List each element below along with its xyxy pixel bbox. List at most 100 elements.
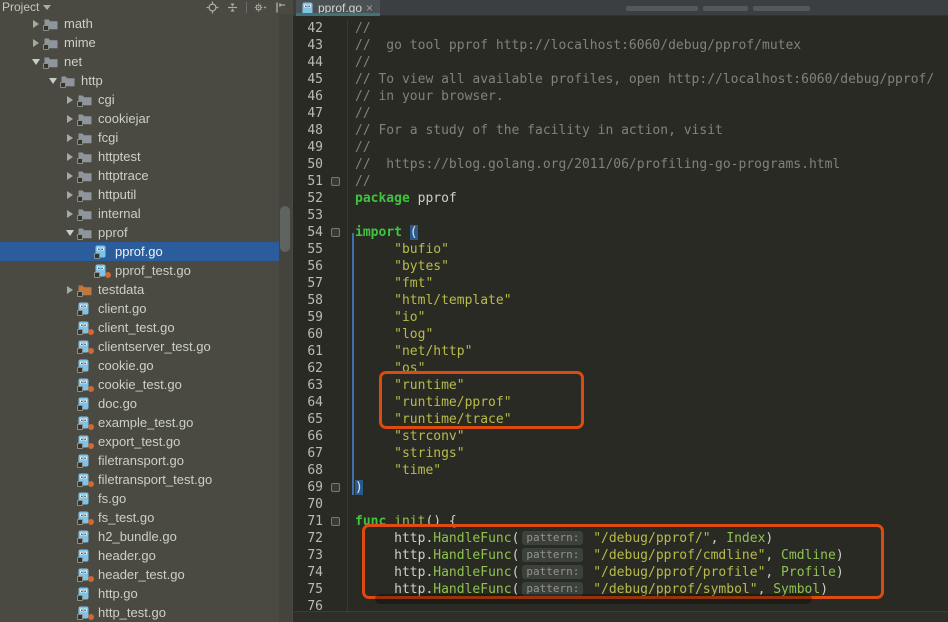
tree-item-fs-go[interactable]: fs.go: [0, 489, 293, 508]
chevron-collapsed-icon[interactable]: [67, 191, 73, 199]
tree-item-client-test-go[interactable]: client_test.go: [0, 318, 293, 337]
tree-scrollbar-thumb[interactable]: [280, 206, 290, 252]
code-editor[interactable]: 42//43// go tool pprof http://localhost:…: [293, 16, 948, 615]
fold-marker-icon[interactable]: [331, 228, 340, 237]
project-panel-toolbar: [206, 0, 287, 14]
tree-item-httputil[interactable]: httputil: [0, 185, 293, 204]
code-line-60[interactable]: 60 "log": [293, 326, 948, 343]
code-line-64[interactable]: 64 "runtime/pprof": [293, 394, 948, 411]
tree-item-http[interactable]: http: [0, 71, 293, 90]
locate-icon[interactable]: [206, 1, 219, 14]
fold-marker-icon[interactable]: [331, 483, 340, 492]
tree-item-httptest[interactable]: httptest: [0, 147, 293, 166]
tree-item-cookie-test-go[interactable]: cookie_test.go: [0, 375, 293, 394]
chevron-collapsed-icon[interactable]: [33, 39, 39, 47]
tree-item-filetransport-test-go[interactable]: filetransport_test.go: [0, 470, 293, 489]
code-line-63[interactable]: 63 "runtime": [293, 377, 948, 394]
chevron-expanded-icon[interactable]: [32, 59, 40, 65]
fold-marker-icon[interactable]: [331, 517, 340, 526]
code-line-48[interactable]: 48// For a study of the facility in acti…: [293, 122, 948, 139]
tree-item-fcgi[interactable]: fcgi: [0, 128, 293, 147]
code-line-66[interactable]: 66 "strconv": [293, 428, 948, 445]
settings-icon[interactable]: [254, 1, 267, 14]
code-line-56[interactable]: 56 "bytes": [293, 258, 948, 275]
editor-horizontal-scrollbar[interactable]: [375, 594, 812, 604]
gutter: 60: [293, 326, 348, 343]
hide-panel-icon[interactable]: [274, 1, 287, 14]
tree-item-cookie-go[interactable]: cookie.go: [0, 356, 293, 375]
tree-item-internal[interactable]: internal: [0, 204, 293, 223]
code-line-43[interactable]: 43// go tool pprof http://localhost:6060…: [293, 37, 948, 54]
tree-item-doc-go[interactable]: doc.go: [0, 394, 293, 413]
tree-scrollbar-track[interactable]: [279, 14, 292, 622]
code-line-45[interactable]: 45// To view all available profiles, ope…: [293, 71, 948, 88]
line-text: [348, 207, 355, 224]
tree-item-testdata[interactable]: testdata: [0, 280, 293, 299]
line-text: "strconv": [348, 428, 465, 445]
chevron-collapsed-icon[interactable]: [67, 115, 73, 123]
tree-item-pprof-test-go[interactable]: pprof_test.go: [0, 261, 293, 280]
code-line-49[interactable]: 49//: [293, 139, 948, 156]
tree-item-pprof-go[interactable]: pprof.go: [0, 242, 279, 261]
code-line-44[interactable]: 44//: [293, 54, 948, 71]
code-line-65[interactable]: 65 "runtime/trace": [293, 411, 948, 428]
project-view-selector[interactable]: Project: [2, 0, 51, 14]
gutter: 46: [293, 88, 348, 105]
code-line-59[interactable]: 59 "io": [293, 309, 948, 326]
editor-pane: pprof.go × 42//43// go tool pprof http:/…: [293, 0, 948, 622]
code-line-52[interactable]: 52package pprof: [293, 190, 948, 207]
tree-item-pprof[interactable]: pprof: [0, 223, 293, 242]
code-line-73[interactable]: 73 http.HandleFunc(pattern: "/debug/ppro…: [293, 547, 948, 564]
chevron-collapsed-icon[interactable]: [67, 210, 73, 218]
code-line-72[interactable]: 72 http.HandleFunc(pattern: "/debug/ppro…: [293, 530, 948, 547]
code-line-42[interactable]: 42//: [293, 20, 948, 37]
tab-close-icon[interactable]: ×: [366, 3, 373, 13]
tree-item-filetransport-go[interactable]: filetransport.go: [0, 451, 293, 470]
tree-item-example-test-go[interactable]: example_test.go: [0, 413, 293, 432]
code-line-69[interactable]: 69): [293, 479, 948, 496]
tree-item-h2-bundle-go[interactable]: h2_bundle.go: [0, 527, 293, 546]
fold-marker-icon[interactable]: [331, 177, 340, 186]
code-line-55[interactable]: 55 "bufio": [293, 241, 948, 258]
chevron-collapsed-icon[interactable]: [67, 172, 73, 180]
tree-item-client-go[interactable]: client.go: [0, 299, 293, 318]
tree-item-http-go[interactable]: http.go: [0, 584, 293, 603]
chevron-collapsed-icon[interactable]: [67, 134, 73, 142]
code-line-68[interactable]: 68 "time": [293, 462, 948, 479]
collapse-all-icon[interactable]: [226, 1, 239, 14]
tree-item-header-test-go[interactable]: header_test.go: [0, 565, 293, 584]
tree-item-header-go[interactable]: header.go: [0, 546, 293, 565]
tab-pprof-go[interactable]: pprof.go ×: [296, 0, 380, 16]
code-line-50[interactable]: 50// https://blog.golang.org/2011/06/pro…: [293, 156, 948, 173]
chevron-expanded-icon[interactable]: [49, 78, 57, 84]
tree-item-math[interactable]: math: [0, 14, 293, 33]
chevron-expanded-icon[interactable]: [66, 230, 74, 236]
tree-item-httptrace[interactable]: httptrace: [0, 166, 293, 185]
code-line-54[interactable]: 54import (: [293, 224, 948, 241]
tree-item-http-test-go[interactable]: http_test.go: [0, 603, 293, 622]
code-line-46[interactable]: 46// in your browser.: [293, 88, 948, 105]
code-line-57[interactable]: 57 "fmt": [293, 275, 948, 292]
tree-item-cgi[interactable]: cgi: [0, 90, 293, 109]
tree-item-clientserver-test-go[interactable]: clientserver_test.go: [0, 337, 293, 356]
tree-item-fs-test-go[interactable]: fs_test.go: [0, 508, 293, 527]
code-line-47[interactable]: 47//: [293, 105, 948, 122]
tree-item-net[interactable]: net: [0, 52, 293, 71]
code-line-62[interactable]: 62 "os": [293, 360, 948, 377]
code-line-71[interactable]: 71func init() {: [293, 513, 948, 530]
code-line-51[interactable]: 51//: [293, 173, 948, 190]
chevron-collapsed-icon[interactable]: [67, 286, 73, 294]
chevron-collapsed-icon[interactable]: [67, 96, 73, 104]
code-line-70[interactable]: 70: [293, 496, 948, 513]
tree-item-export-test-go[interactable]: export_test.go: [0, 432, 293, 451]
code-line-67[interactable]: 67 "strings": [293, 445, 948, 462]
code-line-74[interactable]: 74 http.HandleFunc(pattern: "/debug/ppro…: [293, 564, 948, 581]
gutter: 74: [293, 564, 348, 581]
tree-item-cookiejar[interactable]: cookiejar: [0, 109, 293, 128]
tree-item-mime[interactable]: mime: [0, 33, 293, 52]
code-line-58[interactable]: 58 "html/template": [293, 292, 948, 309]
chevron-collapsed-icon[interactable]: [33, 20, 39, 28]
code-line-53[interactable]: 53: [293, 207, 948, 224]
code-line-61[interactable]: 61 "net/http": [293, 343, 948, 360]
chevron-collapsed-icon[interactable]: [67, 153, 73, 161]
